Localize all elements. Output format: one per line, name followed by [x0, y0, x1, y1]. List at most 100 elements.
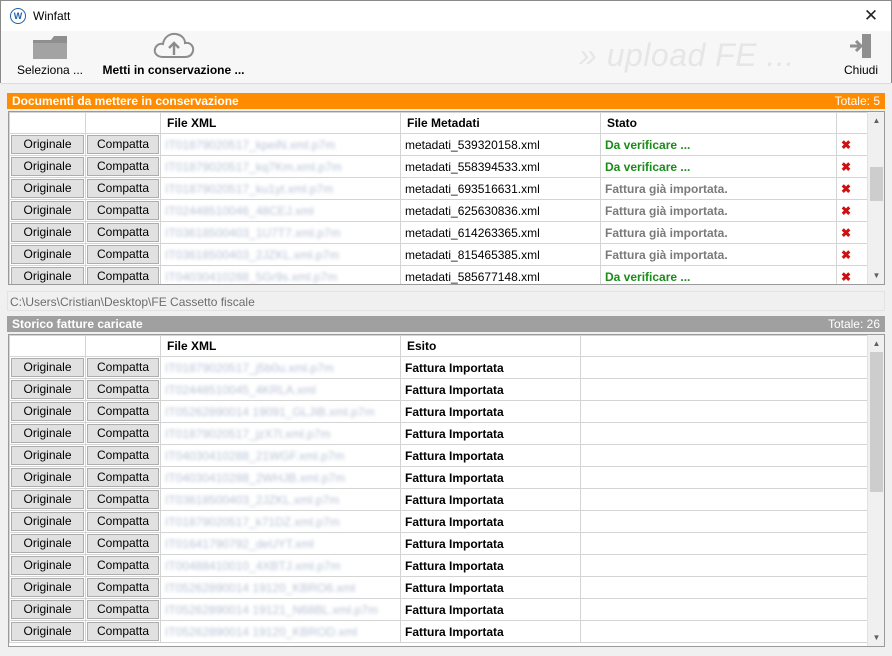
file-xml-cell: IT03618500403_1U7T7.xml.p7m	[160, 221, 401, 244]
compact-button[interactable]: Compatta	[87, 600, 159, 619]
compact-button[interactable]: Compatta	[87, 402, 159, 421]
table-row[interactable]: Originale Compatta IT01879020517_kpeiN.xml…	[9, 133, 869, 156]
original-button[interactable]: Originale	[11, 380, 84, 399]
delete-x-icon[interactable]: ✖	[836, 133, 869, 156]
original-button[interactable]: Originale	[11, 223, 84, 242]
filler-cell	[580, 422, 869, 445]
close-app-button[interactable]: Chiudi	[837, 31, 885, 81]
table-row[interactable]: Originale Compatta IT02448510046_48CEJ.xml…	[9, 199, 869, 222]
col-header-stato[interactable]: Stato	[600, 112, 837, 134]
compact-button[interactable]: Compatta	[87, 179, 159, 198]
compact-button[interactable]: Compatta	[87, 468, 159, 487]
original-button[interactable]: Originale	[11, 556, 84, 575]
table-row[interactable]: Originale Compatta IT05262890014 19120_KBR…	[9, 576, 869, 599]
compact-button[interactable]: Compatta	[87, 135, 159, 154]
compact-button[interactable]: Compatta	[87, 424, 159, 443]
table-row[interactable]: Originale Compatta IT04030410288_21WGF.xml…	[9, 444, 869, 467]
table-row[interactable]: Originale Compatta IT05262890014 19120_KBR…	[9, 620, 869, 643]
scroll-up-arrow-icon[interactable]: ▲	[868, 335, 884, 352]
file-xml-cell: IT01879020517_jzX7l.xml.p7m	[160, 422, 401, 445]
delete-x-icon[interactable]: ✖	[836, 177, 869, 200]
original-button[interactable]: Originale	[11, 402, 84, 421]
compact-button[interactable]: Compatta	[87, 556, 159, 575]
pending-grid: File XML File Metadati Stato Originale Co…	[8, 111, 885, 285]
esito-cell: Fattura Importata	[400, 356, 581, 379]
table-row[interactable]: Originale Compatta IT01879020517_kq7Km.xml…	[9, 155, 869, 178]
history-scroll-thumb[interactable]	[870, 352, 883, 492]
table-row[interactable]: Originale Compatta IT04030410288_2WHJB.xml…	[9, 466, 869, 489]
original-button[interactable]: Originale	[11, 490, 84, 509]
compact-button[interactable]: Compatta	[87, 223, 159, 242]
table-row[interactable]: Originale Compatta IT03618500403_2JZKL.xml…	[9, 243, 869, 266]
pending-table: File XML File Metadati Stato Originale Co…	[9, 112, 869, 284]
compact-button-cell: Compatta	[85, 243, 161, 266]
table-row[interactable]: Originale Compatta IT05262890014 19091_GLJ…	[9, 400, 869, 423]
original-button[interactable]: Originale	[11, 267, 84, 284]
original-button[interactable]: Originale	[11, 446, 84, 465]
delete-x-icon[interactable]: ✖	[836, 265, 869, 284]
compact-button[interactable]: Compatta	[87, 245, 159, 264]
original-button[interactable]: Originale	[11, 512, 84, 531]
original-button-cell: Originale	[9, 378, 86, 401]
upload-watermark: » upload FE ...	[579, 37, 795, 73]
delete-x-icon[interactable]: ✖	[836, 221, 869, 244]
table-row[interactable]: Originale Compatta IT05262890014 19121_N68…	[9, 598, 869, 621]
table-row[interactable]: Originale Compatta IT03618500403_1U7T7.xml…	[9, 221, 869, 244]
original-button-cell: Originale	[9, 221, 86, 244]
pending-scrollbar[interactable]: ▲ ▼	[867, 112, 884, 284]
scroll-down-arrow-icon[interactable]: ▼	[868, 267, 884, 284]
delete-x-icon[interactable]: ✖	[836, 155, 869, 178]
table-row[interactable]: Originale Compatta IT04030410288_5Gr9s.xml…	[9, 265, 869, 284]
filler-cell	[580, 554, 869, 577]
table-row[interactable]: Originale Compatta IT01641790792_deUYT.xml…	[9, 532, 869, 555]
conserve-button[interactable]: Metti in conservazione ...	[101, 31, 246, 81]
table-row[interactable]: Originale Compatta IT01879020517_j5b0u.xml…	[9, 356, 869, 379]
delete-x-icon[interactable]: ✖	[836, 243, 869, 266]
compact-button[interactable]: Compatta	[87, 534, 159, 553]
compact-button[interactable]: Compatta	[87, 446, 159, 465]
close-app-label: Chiudi	[843, 63, 879, 77]
compact-button[interactable]: Compatta	[87, 358, 159, 377]
compact-button[interactable]: Compatta	[87, 622, 159, 641]
compact-button-cell: Compatta	[85, 532, 161, 555]
original-button[interactable]: Originale	[11, 600, 84, 619]
original-button[interactable]: Originale	[11, 135, 84, 154]
original-button[interactable]: Originale	[11, 622, 84, 641]
original-button[interactable]: Originale	[11, 179, 84, 198]
original-button[interactable]: Originale	[11, 245, 84, 264]
select-button[interactable]: Seleziona ...	[15, 31, 85, 81]
original-button[interactable]: Originale	[11, 358, 84, 377]
original-button[interactable]: Originale	[11, 578, 84, 597]
compact-button[interactable]: Compatta	[87, 267, 159, 284]
compact-button[interactable]: Compatta	[87, 157, 159, 176]
col-header-esito[interactable]: Esito	[400, 335, 581, 357]
scroll-down-arrow-icon[interactable]: ▼	[868, 629, 884, 646]
original-button[interactable]: Originale	[11, 157, 84, 176]
col-header-filler	[580, 335, 869, 357]
original-button[interactable]: Originale	[11, 201, 84, 220]
history-scrollbar[interactable]: ▲ ▼	[867, 335, 884, 646]
table-row[interactable]: Originale Compatta IT01879020517_k71DZ.xml…	[9, 510, 869, 533]
original-button[interactable]: Originale	[11, 534, 84, 553]
delete-x-icon[interactable]: ✖	[836, 199, 869, 222]
compact-button-cell: Compatta	[85, 155, 161, 178]
table-row[interactable]: Originale Compatta IT01879020517_ku1yt.xml…	[9, 177, 869, 200]
original-button-cell: Originale	[9, 620, 86, 643]
col-header-file-xml[interactable]: File XML	[160, 335, 401, 357]
table-row[interactable]: Originale Compatta IT03618500403_2JZKL.xml…	[9, 488, 869, 511]
table-row[interactable]: Originale Compatta IT01879020517_jzX7l.xml…	[9, 422, 869, 445]
col-header-file-xml[interactable]: File XML	[160, 112, 401, 134]
original-button[interactable]: Originale	[11, 468, 84, 487]
table-row[interactable]: Originale Compatta IT02448510045_4KRLA.xml…	[9, 378, 869, 401]
window-close-button[interactable]: ✕	[857, 3, 885, 29]
table-row[interactable]: Originale Compatta IT00488410010_4XBTJ.xml…	[9, 554, 869, 577]
compact-button[interactable]: Compatta	[87, 490, 159, 509]
scroll-up-arrow-icon[interactable]: ▲	[868, 112, 884, 129]
original-button[interactable]: Originale	[11, 424, 84, 443]
compact-button[interactable]: Compatta	[87, 201, 159, 220]
compact-button[interactable]: Compatta	[87, 578, 159, 597]
pending-scroll-thumb[interactable]	[870, 167, 883, 201]
col-header-file-metadati[interactable]: File Metadati	[400, 112, 601, 134]
compact-button[interactable]: Compatta	[87, 512, 159, 531]
compact-button[interactable]: Compatta	[87, 380, 159, 399]
